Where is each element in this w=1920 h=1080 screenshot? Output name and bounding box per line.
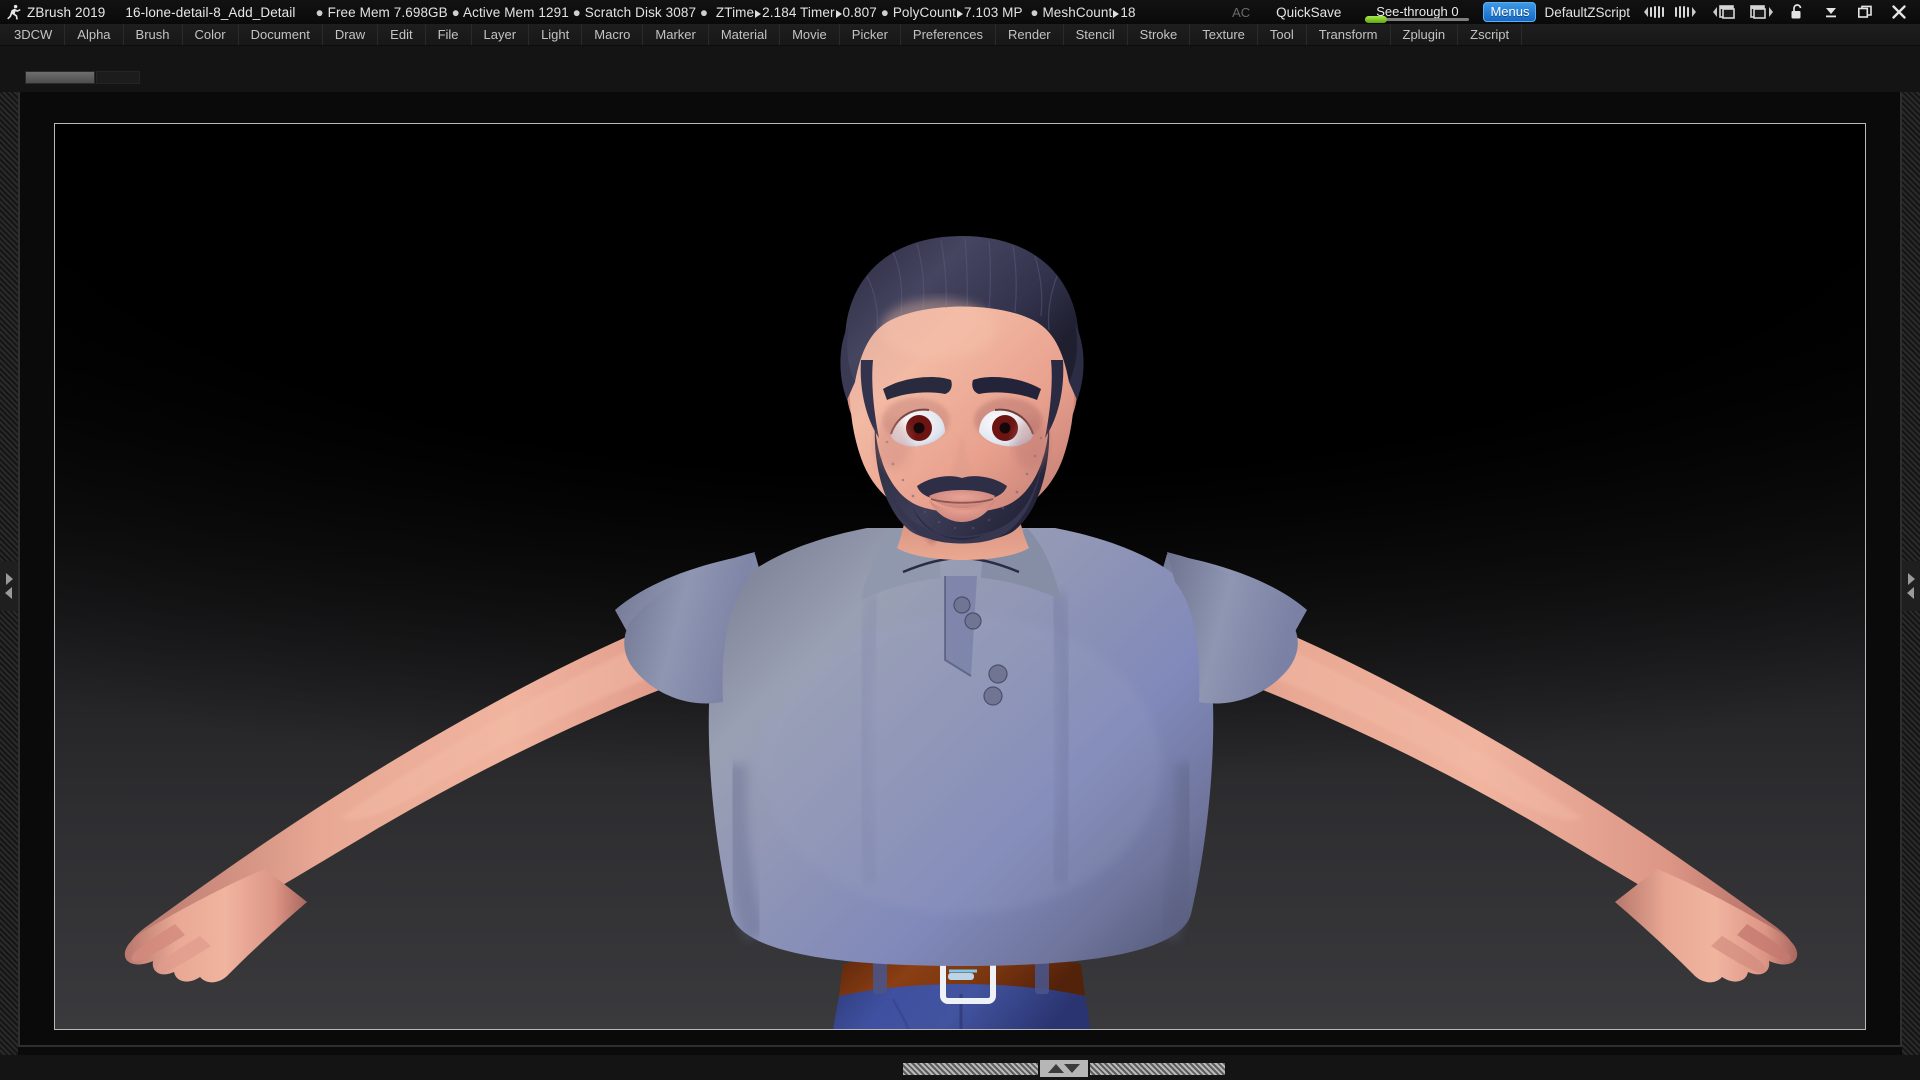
- menu-item-texture[interactable]: Texture: [1190, 24, 1258, 45]
- meshcount-value: 18: [1120, 4, 1136, 20]
- zbrush-application-window: ZBrush 2019 16-lone-detail-8_Add_Detail …: [0, 0, 1920, 1080]
- title-bar-right-controls: AC QuickSave See-through 0 Menus Default…: [1232, 0, 1920, 24]
- ztime-value: 2.184: [762, 4, 797, 20]
- menu-item-material[interactable]: Material: [709, 24, 781, 45]
- shelf-scroll-track[interactable]: [96, 71, 140, 84]
- tray-updown-arrow-icon[interactable]: [1040, 1060, 1088, 1077]
- zscript-name: DefaultZScript: [1544, 4, 1630, 20]
- ztime-label: ZTime: [715, 4, 755, 20]
- left-tray-handle[interactable]: [0, 92, 18, 1080]
- polycount-label: PolyCount: [892, 4, 957, 20]
- quicksave-button[interactable]: QuickSave: [1276, 5, 1341, 20]
- menu-item-color[interactable]: Color: [183, 24, 239, 45]
- shelf-scroll-handle[interactable]: [25, 71, 95, 84]
- window-right-icon[interactable]: [1746, 4, 1776, 20]
- menu-item-alpha[interactable]: Alpha: [65, 24, 124, 45]
- bottom-tray-grip-right[interactable]: [1090, 1063, 1225, 1075]
- menu-bar: 3DCW Alpha Brush Color Document Draw Edi…: [0, 24, 1920, 46]
- menu-item-marker[interactable]: Marker: [643, 24, 709, 45]
- menu-item-brush[interactable]: Brush: [124, 24, 183, 45]
- menu-item-edit[interactable]: Edit: [378, 24, 426, 45]
- free-mem-label: Free Mem: [327, 4, 390, 20]
- chevron-left-bars-icon[interactable]: [1644, 5, 1670, 19]
- system-stats: ● Free Mem 7.698GB ● Active Mem 1291 ● S…: [315, 4, 1136, 20]
- title-bar: ZBrush 2019 16-lone-detail-8_Add_Detail …: [0, 0, 1920, 24]
- minimize-icon[interactable]: [1824, 5, 1838, 19]
- right-tray-handle[interactable]: [1902, 92, 1920, 1080]
- see-through-value: 0: [1451, 4, 1459, 19]
- active-mem-label: Active Mem: [463, 4, 535, 20]
- scratch-disk-label: Scratch Disk: [584, 4, 662, 20]
- ac-indicator: AC: [1232, 4, 1251, 20]
- meshcount-label: MeshCount: [1042, 4, 1113, 20]
- menu-item-3dcw[interactable]: 3DCW: [0, 24, 66, 45]
- timer-arrow-icon: [835, 9, 842, 18]
- active-mem-value: 1291: [538, 4, 569, 20]
- tray-expand-arrow-icon[interactable]: [0, 561, 18, 611]
- bottom-tray-grip-left[interactable]: [903, 1063, 1038, 1075]
- timer-label: Timer: [800, 4, 835, 20]
- bars-chevron-right-icon[interactable]: [1673, 5, 1699, 19]
- character-model: [124, 236, 1798, 1029]
- menu-item-preferences[interactable]: Preferences: [901, 24, 996, 45]
- window-left-icon[interactable]: [1713, 4, 1743, 20]
- menu-item-movie[interactable]: Movie: [780, 24, 840, 45]
- meshcount-arrow-icon: [1113, 9, 1120, 18]
- ztime-arrow-icon: [755, 9, 762, 18]
- menu-item-file[interactable]: File: [426, 24, 472, 45]
- see-through-label: See-through: [1376, 4, 1448, 19]
- scratch-disk-value: 3087: [665, 4, 697, 20]
- window-nav-group: [1713, 4, 1776, 20]
- app-name: ZBrush 2019: [27, 4, 106, 20]
- menus-toggle-button[interactable]: Menus: [1483, 2, 1537, 22]
- character-shirt: [615, 528, 1307, 966]
- menu-item-render[interactable]: Render: [996, 24, 1064, 45]
- menu-item-document[interactable]: Document: [239, 24, 323, 45]
- restore-window-icon[interactable]: [1858, 5, 1872, 19]
- document-name: 16-lone-detail-8_Add_Detail: [125, 4, 296, 20]
- polycount-value: 7.103 MP: [964, 4, 1023, 20]
- menu-item-zplugin[interactable]: Zplugin: [1391, 24, 1459, 45]
- menu-item-tool[interactable]: Tool: [1258, 24, 1307, 45]
- see-through-fill[interactable]: [1365, 16, 1388, 23]
- document-canvas[interactable]: [54, 123, 1866, 1030]
- character-head: [840, 236, 1084, 544]
- menu-item-stencil[interactable]: Stencil: [1064, 24, 1128, 45]
- menu-item-macro[interactable]: Macro: [582, 24, 644, 45]
- item-nav-group: [1644, 5, 1699, 19]
- menu-item-transform[interactable]: Transform: [1307, 24, 1391, 45]
- zbrush-runner-logo-icon: [3, 0, 25, 24]
- window-buttons: [1790, 4, 1906, 20]
- canvas-frame: [18, 92, 1902, 1047]
- polycount-arrow-icon: [957, 9, 964, 18]
- top-shelf: [0, 46, 1920, 92]
- see-through-slider[interactable]: See-through 0: [1365, 1, 1470, 23]
- menu-item-draw[interactable]: Draw: [323, 24, 379, 45]
- menu-item-light[interactable]: Light: [529, 24, 583, 45]
- free-mem-value: 7.698GB: [393, 4, 448, 20]
- timer-value: 0.807: [842, 4, 877, 20]
- open-lock-icon[interactable]: [1790, 4, 1804, 20]
- menu-item-zscript[interactable]: Zscript: [1458, 24, 1523, 45]
- main-work-area: [0, 92, 1920, 1080]
- menu-item-layer[interactable]: Layer: [472, 24, 530, 45]
- bottom-tray-handle[interactable]: [0, 1055, 1920, 1080]
- close-icon[interactable]: [1892, 5, 1906, 19]
- menu-item-picker[interactable]: Picker: [840, 24, 901, 45]
- menu-item-stroke[interactable]: Stroke: [1128, 24, 1191, 45]
- tray-expand-arrow-icon[interactable]: [1902, 561, 1920, 611]
